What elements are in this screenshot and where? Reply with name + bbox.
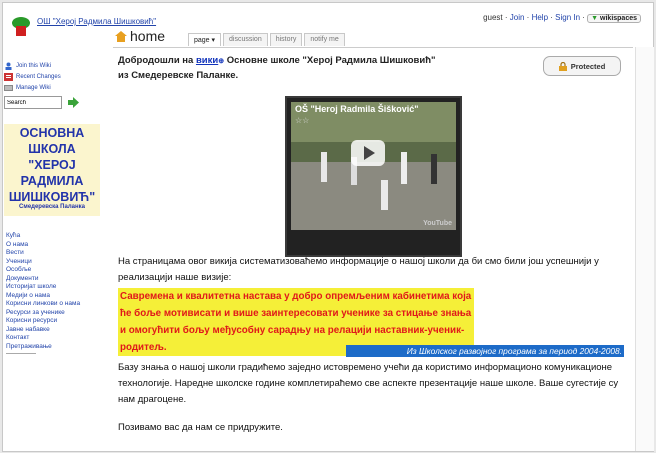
user-icon [5, 62, 12, 70]
nav-useful-resources[interactable]: Корисни ресурси [6, 317, 104, 326]
nav-about[interactable]: О нама [6, 241, 104, 250]
sidebar-search [4, 96, 108, 109]
video-title: OŠ "Heroj Radmila Šišković" [295, 104, 419, 114]
manage-icon [4, 84, 13, 91]
search-input[interactable] [4, 96, 62, 109]
welcome-heading: Добродошли на вики⊕ Основне школе "Херој… [118, 55, 436, 81]
video-thumbnail [291, 102, 456, 230]
youtube-logo[interactable]: YouTube [423, 220, 452, 227]
vision-source-caption: Из Школског развојног програма за период… [346, 345, 624, 357]
nav-media[interactable]: Медији о нама [6, 292, 104, 301]
invite-paragraph: Позивамо вас да нам се придружите. [118, 422, 283, 433]
wikispaces-icon: ▼ [591, 15, 599, 22]
video-player[interactable]: OŠ "Heroj Radmila Šišković" ☆☆ YouTube [285, 96, 462, 257]
sidebar-nav: Кућа О нама Вести Ученици Особље Докумен… [6, 232, 104, 354]
video-rating: ☆☆ [295, 116, 310, 125]
help-link[interactable]: Help [532, 13, 548, 22]
nav-student-resources[interactable]: Ресурси за ученике [6, 309, 104, 318]
play-icon[interactable] [351, 140, 385, 166]
recent-changes-icon [4, 72, 13, 81]
nav-students[interactable]: Ученици [6, 258, 104, 267]
manage-wiki-link[interactable]: Manage Wiki [4, 82, 108, 93]
right-edge [635, 47, 654, 451]
page-tabs: page ▾ discussion history notify me [188, 33, 345, 46]
nav-contact[interactable]: Контакт [6, 334, 104, 343]
nav-documents[interactable]: Документи [6, 275, 104, 284]
wiki-title-link[interactable]: ОШ "Херој Радмила Шишковић" [37, 17, 156, 26]
page-title: home [130, 28, 166, 44]
join-wiki-link[interactable]: Join this Wiki [4, 60, 108, 71]
protected-badge[interactable]: Protected [543, 56, 621, 76]
school-logo: ОСНОВНА ШКОЛА "ХЕРОЈ РАДМИЛА ШИШКОВИЋ" С… [4, 124, 100, 216]
intro-paragraph: На страницама овог викија систематизоваћ… [118, 256, 599, 283]
nav-procurement[interactable]: Јавне набавке [6, 326, 104, 335]
nav-divider [6, 353, 36, 354]
knowledge-paragraph: Базу знања о нашој школи градићемо зајед… [118, 362, 619, 405]
nav-news[interactable]: Вести [6, 249, 104, 258]
nav-search[interactable]: Претраживање [6, 343, 104, 352]
user-bar: guest · Join · Help · Sign In · ▼ wikisp… [483, 13, 641, 23]
tab-notify-me[interactable]: notify me [304, 33, 345, 46]
user-name: guest [483, 13, 503, 22]
wikispaces-button[interactable]: ▼ wikispaces [587, 14, 641, 23]
recent-changes-link[interactable]: Recent Changes [4, 71, 108, 82]
nav-useful-links[interactable]: Корисни линкови о нама [6, 300, 104, 309]
tab-history[interactable]: history [269, 33, 303, 46]
nav-history[interactable]: Историјат школе [6, 283, 104, 292]
home-page-icon [115, 31, 127, 42]
wiki-link[interactable]: вики [196, 55, 218, 66]
lock-icon [558, 61, 567, 71]
tab-page[interactable]: page ▾ [188, 33, 222, 46]
sign-in-link[interactable]: Sign In [555, 13, 580, 22]
search-go-icon[interactable] [68, 97, 79, 108]
sidebar: Join this Wiki Recent Changes Manage Wik… [4, 60, 108, 109]
nav-staff[interactable]: Особље [6, 266, 104, 275]
nav-home[interactable]: Кућа [6, 232, 104, 241]
tab-discussion[interactable]: discussion [223, 33, 268, 46]
join-link[interactable]: Join [510, 13, 525, 22]
wiki-logo-icon[interactable] [11, 15, 31, 37]
